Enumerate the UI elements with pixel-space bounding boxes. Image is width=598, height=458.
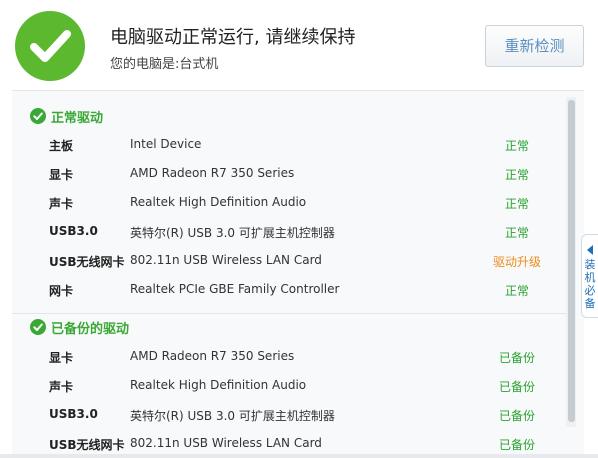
computer-type-label: 您的电脑是:台式机 bbox=[110, 57, 219, 72]
check-icon bbox=[30, 108, 46, 124]
section-title: 已备份的驱动 bbox=[51, 321, 130, 337]
side-tab-essentials[interactable]: 装机必备 bbox=[581, 234, 598, 318]
device-name: 802.11n USB Wireless LAN Card bbox=[130, 253, 322, 267]
driver-status: 正常 bbox=[504, 226, 529, 240]
bottom-edge bbox=[0, 454, 598, 458]
driver-row: 显卡 AMD Radeon R7 350 Series 正常 bbox=[49, 164, 553, 184]
device-name: 802.11n USB Wireless LAN Card bbox=[130, 436, 322, 450]
backup-status: 已备份 bbox=[498, 438, 535, 452]
device-name: 英特尔(R) USB 3.0 可扩展主机控制器 bbox=[130, 409, 335, 423]
device-type: 主板 bbox=[49, 139, 74, 153]
section-normal-drivers: 正常驱动 bbox=[30, 106, 103, 126]
section-title: 正常驱动 bbox=[51, 110, 104, 126]
backup-row: USB无线网卡 802.11n USB Wireless LAN Card 已备… bbox=[49, 434, 553, 454]
section-backup-drivers: 已备份的驱动 bbox=[30, 317, 129, 337]
driver-row: 声卡 Realtek High Definition Audio 正常 bbox=[49, 193, 553, 213]
driver-row: USB无线网卡 802.11n USB Wireless LAN Card 驱动… bbox=[49, 251, 553, 271]
device-type: 显卡 bbox=[49, 168, 74, 182]
header: 电脑驱动正常运行, 请继续保持 您的电脑是:台式机 重新检测 bbox=[0, 0, 598, 88]
side-tab-label: 装机必备 bbox=[584, 258, 596, 310]
backup-status: 已备份 bbox=[498, 409, 535, 423]
upgrade-driver-link[interactable]: 驱动升级 bbox=[469, 253, 565, 270]
rescan-button[interactable]: 重新检测 bbox=[485, 25, 584, 67]
check-icon bbox=[30, 319, 46, 335]
device-type: USB无线网卡 bbox=[49, 255, 125, 269]
device-name: Realtek PCIe GBE Family Controller bbox=[130, 282, 340, 296]
driver-row: USB3.0 英特尔(R) USB 3.0 可扩展主机控制器 正常 bbox=[49, 222, 553, 242]
success-check-icon bbox=[15, 11, 85, 81]
driver-status: 正常 bbox=[504, 139, 529, 153]
driver-status: 正常 bbox=[504, 284, 529, 298]
device-type: 网卡 bbox=[49, 284, 74, 298]
arrow-left-icon bbox=[587, 245, 593, 255]
backup-row: 显卡 AMD Radeon R7 350 Series 已备份 bbox=[49, 347, 553, 367]
device-name: AMD Radeon R7 350 Series bbox=[130, 349, 295, 363]
driver-status: 正常 bbox=[504, 168, 529, 182]
device-name: 英特尔(R) USB 3.0 可扩展主机控制器 bbox=[130, 226, 335, 240]
driver-row: 主板 Intel Device 正常 bbox=[49, 135, 553, 155]
device-name: Realtek High Definition Audio bbox=[130, 378, 307, 392]
driver-list-panel: 正常驱动 主板 Intel Device 正常 显卡 AMD Radeon R7… bbox=[12, 91, 584, 458]
device-name: Intel Device bbox=[130, 137, 202, 151]
page-title: 电脑驱动正常运行, 请继续保持 bbox=[110, 27, 356, 48]
backup-row: USB3.0 英特尔(R) USB 3.0 可扩展主机控制器 已备份 bbox=[49, 405, 553, 425]
scrollbar-thumb[interactable] bbox=[568, 100, 575, 422]
device-type: USB3.0 bbox=[49, 407, 98, 421]
device-type: 声卡 bbox=[49, 197, 74, 211]
device-type: USB3.0 bbox=[49, 224, 98, 238]
device-name: AMD Radeon R7 350 Series bbox=[130, 166, 295, 180]
backup-row: 声卡 Realtek High Definition Audio 已备份 bbox=[49, 376, 553, 396]
driver-status: 正常 bbox=[504, 197, 529, 211]
backup-status: 已备份 bbox=[498, 380, 535, 394]
device-type: USB无线网卡 bbox=[49, 438, 125, 452]
section-divider bbox=[12, 313, 567, 314]
device-type: 声卡 bbox=[49, 380, 74, 394]
backup-status: 已备份 bbox=[498, 351, 535, 365]
device-name: Realtek High Definition Audio bbox=[130, 195, 307, 209]
device-type: 显卡 bbox=[49, 351, 74, 365]
driver-row: 网卡 Realtek PCIe GBE Family Controller 正常 bbox=[49, 280, 553, 300]
